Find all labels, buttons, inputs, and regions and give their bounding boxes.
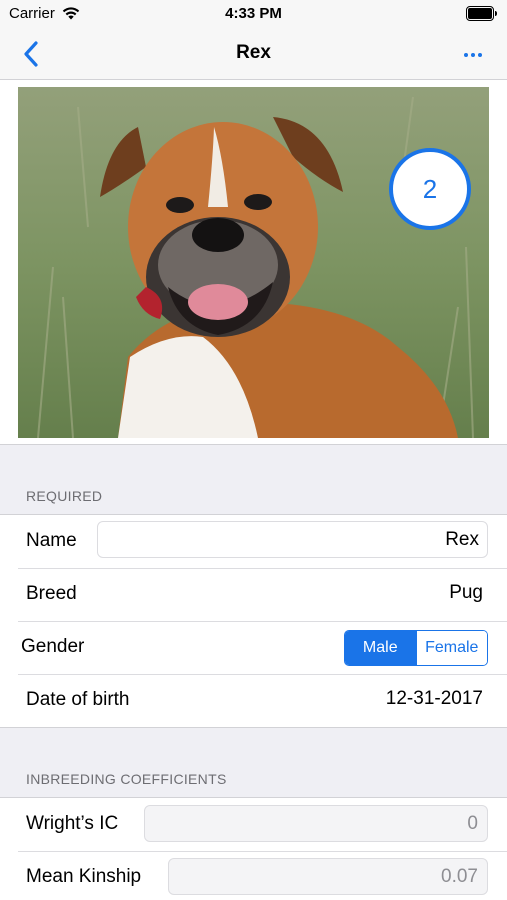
clock: 4:33 PM (225, 5, 282, 22)
page-title: Rex (236, 42, 271, 63)
gender-row: Gender Male Female (0, 621, 507, 674)
required-group: Name Breed Pug Gender Male Female Date o… (0, 514, 507, 728)
inbreeding-section-header: INBREEDING COEFFICIENTS (26, 771, 227, 787)
mean-kinship-label: Mean Kinship (26, 866, 142, 887)
wright-ic-row: Wright’s IC (0, 798, 507, 851)
breed-label: Breed (26, 583, 77, 604)
dob-row[interactable]: Date of birth 12-31-2017 (0, 674, 507, 727)
gender-option-male[interactable]: Male (345, 631, 416, 665)
mean-kinship-field (168, 858, 488, 895)
wright-ic-field (144, 805, 488, 842)
name-row: Name (0, 515, 507, 568)
battery-icon (466, 6, 497, 21)
dob-value[interactable]: 12-31-2017 (386, 688, 483, 710)
mean-kinship-row: Mean Kinship (0, 851, 507, 900)
wright-ic-label: Wright’s IC (26, 813, 119, 834)
gender-option-female[interactable]: Female (415, 631, 487, 665)
status-bar: Carrier 4:33 PM (0, 0, 507, 28)
navigation-bar: Rex (0, 28, 507, 80)
ellipsis-icon[interactable] (463, 50, 483, 60)
breed-value[interactable]: Pug (449, 582, 483, 604)
dob-label: Date of birth (26, 689, 130, 710)
inbreeding-group: Wright’s IC Mean Kinship (0, 797, 507, 900)
required-section-header: REQUIRED (26, 488, 103, 504)
photo-count-badge[interactable]: 2 (389, 148, 471, 230)
name-label: Name (26, 530, 77, 551)
gender-segmented-control[interactable]: Male Female (344, 630, 488, 666)
photo-section: 2 (0, 80, 507, 445)
name-field[interactable] (97, 521, 488, 558)
breed-row[interactable]: Breed Pug (0, 568, 507, 621)
dog-photo[interactable]: 2 (18, 87, 489, 438)
gender-label: Gender (21, 636, 85, 657)
